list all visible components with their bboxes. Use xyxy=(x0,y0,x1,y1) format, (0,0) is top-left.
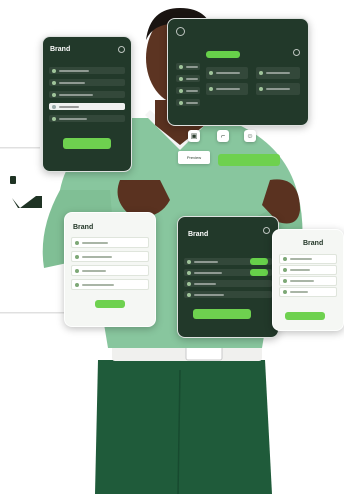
card[interactable] xyxy=(256,67,300,79)
list-item[interactable] xyxy=(71,279,149,290)
list-item[interactable] xyxy=(184,291,272,298)
header-pill xyxy=(206,51,240,58)
list-item[interactable] xyxy=(279,287,337,297)
chat-icon xyxy=(10,176,42,208)
sidebar-item[interactable] xyxy=(176,75,200,82)
panel-top-left: Brand xyxy=(42,36,132,172)
home-icon[interactable] xyxy=(118,46,125,53)
list-item[interactable] xyxy=(71,237,149,248)
camera-icon[interactable]: ▣ xyxy=(188,130,200,142)
status-pill xyxy=(250,269,268,276)
status-pill xyxy=(250,258,268,265)
primary-button[interactable] xyxy=(193,309,251,319)
card[interactable] xyxy=(206,83,248,95)
panel-top-center xyxy=(167,18,309,126)
list-item[interactable] xyxy=(279,254,337,264)
list-item[interactable] xyxy=(279,265,337,275)
card[interactable] xyxy=(206,67,248,79)
list-item[interactable] xyxy=(49,91,125,98)
pants xyxy=(95,360,272,494)
panel-center: Brand xyxy=(177,216,279,338)
panel-brand: Brand xyxy=(73,224,94,231)
crop-icon[interactable]: ⌐ xyxy=(217,130,229,142)
sidebar-item[interactable] xyxy=(176,87,200,94)
panel-brand: Brand xyxy=(188,231,209,238)
preview-chip[interactable]: Preview xyxy=(178,151,210,164)
list-item[interactable] xyxy=(71,265,149,276)
list-item[interactable] xyxy=(71,251,149,262)
sidebar-item[interactable] xyxy=(176,63,200,70)
input-field[interactable] xyxy=(49,103,125,110)
list-item[interactable] xyxy=(49,79,125,86)
logo-icon xyxy=(176,27,185,36)
list-item[interactable] xyxy=(49,67,125,74)
list-item[interactable] xyxy=(184,280,272,287)
panel-right: Brand xyxy=(272,229,344,331)
sidebar-item[interactable] xyxy=(176,99,200,106)
panel-mid-left: Brand xyxy=(64,212,156,327)
primary-button[interactable] xyxy=(95,300,125,308)
list-item[interactable] xyxy=(279,276,337,286)
settings-icon[interactable] xyxy=(293,49,300,56)
smile-icon[interactable]: ☺ xyxy=(244,130,256,142)
primary-button[interactable] xyxy=(285,312,325,320)
floating-green-button[interactable] xyxy=(218,154,280,166)
list-item[interactable] xyxy=(49,115,125,122)
card[interactable] xyxy=(256,83,300,95)
menu-icon[interactable] xyxy=(263,227,270,234)
primary-button[interactable] xyxy=(63,138,111,149)
panel-brand: Brand xyxy=(303,240,324,247)
panel-brand: Brand xyxy=(50,46,71,53)
